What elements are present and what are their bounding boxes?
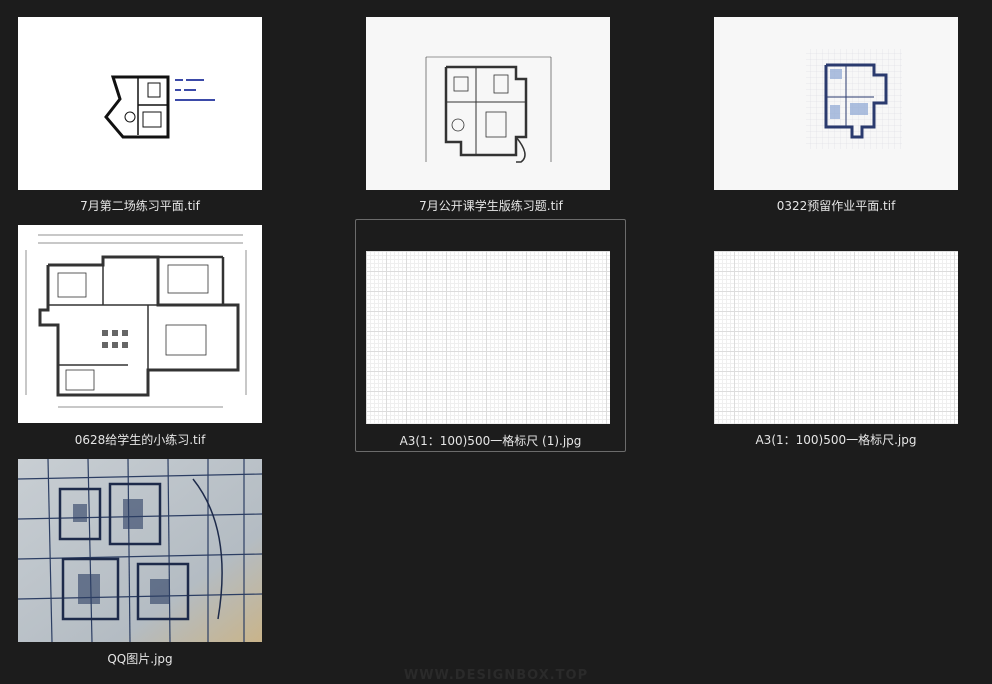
file-name: A3(1：100)500一格标尺.jpg [755, 433, 917, 447]
watermark: WWW.DESIGNBOX.TOP [403, 668, 589, 683]
file-name: QQ图片.jpg [107, 652, 173, 666]
file-tile[interactable]: 7月公开课学生版练习题.tif [356, 10, 626, 220]
file-thumbnail [366, 17, 610, 190]
file-name: 7月第二场练习平面.tif [80, 199, 200, 213]
file-tile[interactable]: A3(1：100)500一格标尺.jpg [706, 220, 966, 452]
file-tile[interactable]: 0628给学生的小练习.tif [10, 220, 270, 452]
file-thumbnail [714, 251, 958, 424]
file-thumbnail [366, 251, 610, 424]
file-browser-grid: 7月第二场练习平面.tif 7月公开课学生版练习题.tif 0322预留作业平面… [0, 0, 992, 684]
file-tile[interactable]: 7月第二场练习平面.tif [10, 10, 270, 220]
file-tile[interactable]: 0322预留作业平面.tif [706, 10, 966, 220]
file-thumbnail [18, 459, 262, 642]
file-thumbnail [18, 225, 262, 423]
file-thumbnail [18, 17, 262, 190]
file-thumbnail [714, 17, 958, 190]
file-name: 7月公开课学生版练习题.tif [419, 199, 563, 213]
file-name: 0322预留作业平面.tif [776, 199, 896, 213]
file-name: 0628给学生的小练习.tif [74, 433, 206, 447]
file-name: A3(1：100)500一格标尺 (1).jpg [399, 434, 582, 448]
file-tile[interactable]: QQ图片.jpg [10, 455, 270, 670]
file-tile-selected[interactable]: A3(1：100)500一格标尺 (1).jpg [355, 219, 626, 452]
